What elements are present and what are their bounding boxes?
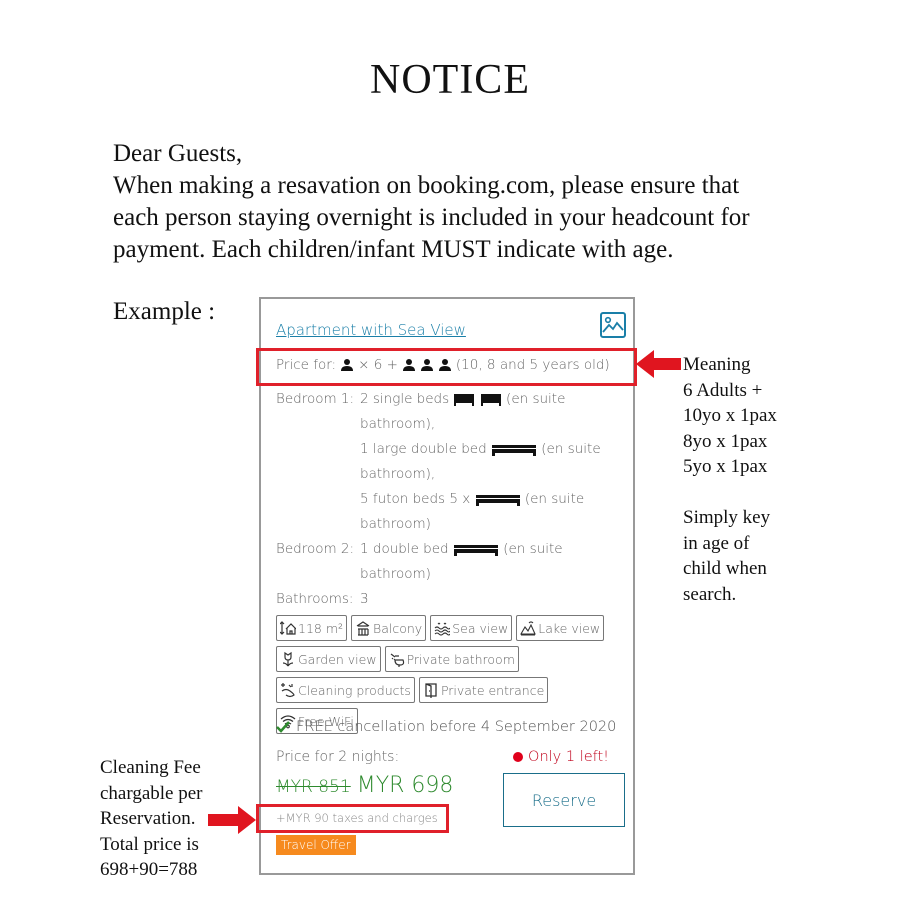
bedroom-label: Bedroom 1: bbox=[276, 391, 355, 407]
futon-bed-icon bbox=[475, 494, 520, 506]
bed-text: bathroom) bbox=[360, 516, 431, 532]
facility-label: Sea view bbox=[452, 620, 509, 636]
bed-text: bathroom), bbox=[360, 466, 436, 482]
sea-view-icon bbox=[434, 622, 451, 636]
single-bed-icon bbox=[480, 393, 501, 406]
facility-label: Balcony bbox=[373, 620, 423, 636]
room-card: Apartment with Sea View Price for: × 6 +… bbox=[256, 297, 637, 875]
bedroom-details: 2 single beds (en suite bathroom), 1 lar… bbox=[360, 387, 620, 537]
annotation-line: 6 Adults + bbox=[683, 379, 763, 401]
bathrooms-value: 3 bbox=[360, 591, 369, 607]
facility-lake-view: Lake view bbox=[516, 615, 605, 641]
lake-view-icon bbox=[520, 621, 537, 636]
annotation-line: child when bbox=[683, 558, 767, 579]
bathrooms-label: Bathrooms: bbox=[276, 591, 354, 607]
annotation-line: in age of bbox=[683, 532, 750, 554]
facility-balcony: Balcony bbox=[351, 615, 427, 641]
facility-label: Cleaning products bbox=[298, 682, 411, 698]
children-ages: (10, 8 and 5 years old) bbox=[455, 357, 610, 373]
facility-label: Private entrance bbox=[440, 682, 545, 698]
balcony-icon bbox=[356, 621, 370, 636]
facility-label: 118 m² bbox=[298, 620, 344, 636]
intro-line: When making a resavation on booking.com,… bbox=[113, 172, 740, 199]
facility-list: 118 m² Balcony Sea view Lake view Garden… bbox=[276, 615, 626, 734]
cancellation-text: FREE cancellation before 4 September 202… bbox=[296, 719, 617, 735]
child-icon bbox=[438, 359, 451, 371]
facility-sea-view: Sea view bbox=[430, 615, 513, 641]
availability-notice: Only 1 left! bbox=[513, 749, 609, 765]
reserve-button[interactable]: Reserve bbox=[503, 773, 625, 827]
old-price: MYR 851 bbox=[276, 777, 351, 797]
adults-count: × 6 + bbox=[358, 357, 398, 373]
adult-icon bbox=[341, 359, 354, 371]
cleaning-fee-annotation: Cleaning Fee chargable per Reservation. … bbox=[100, 755, 203, 883]
facility-private-bathroom: Private bathroom bbox=[384, 646, 519, 672]
travel-offer-badge: Travel Offer bbox=[276, 835, 356, 855]
bed-text: 2 single beds bbox=[360, 391, 450, 407]
checkmark-icon bbox=[276, 721, 290, 733]
greeting: Dear Guests, bbox=[113, 140, 243, 167]
intro-text: Dear Guests, When making a resavation on… bbox=[113, 138, 833, 266]
bed-text: (en suite bbox=[506, 391, 566, 407]
private-bathroom-icon bbox=[390, 653, 404, 667]
current-price: MYR 698 bbox=[356, 773, 454, 798]
double-bed-icon bbox=[491, 444, 536, 456]
intro-line: payment. Each children/infant MUST indic… bbox=[113, 236, 674, 263]
price-for-nights: Price for 2 nights: bbox=[276, 749, 400, 765]
price-display: MYR 851 MYR 698 bbox=[276, 773, 453, 798]
annotation-spacer bbox=[683, 480, 777, 506]
arrow-left-icon bbox=[636, 350, 681, 378]
bed-text: bathroom), bbox=[360, 416, 436, 432]
bed-text: 5 futon beds 5 x bbox=[360, 491, 471, 507]
bed-text: 1 large double bed bbox=[360, 441, 487, 457]
double-bed-icon bbox=[453, 544, 498, 556]
annotation-line: search. bbox=[683, 583, 737, 605]
child-icon bbox=[402, 359, 415, 371]
single-bed-icon bbox=[454, 393, 475, 406]
annotation-line: Reservation. bbox=[100, 808, 196, 829]
garden-view-icon bbox=[282, 651, 294, 667]
free-cancellation: FREE cancellation before 4 September 202… bbox=[276, 719, 616, 735]
annotation-line: 698+90=788 bbox=[100, 859, 198, 880]
arrow-right-icon bbox=[208, 806, 256, 834]
annotation-line: Cleaning Fee bbox=[100, 757, 201, 778]
example-label: Example : bbox=[113, 298, 216, 325]
taxes-charges: +MYR 90 taxes and charges bbox=[276, 811, 438, 825]
facility-label: Lake view bbox=[538, 620, 601, 636]
bed-text: bathroom) bbox=[360, 566, 431, 582]
intro-line: each person staying overnight is include… bbox=[113, 204, 750, 231]
annotation-line: chargable per bbox=[100, 782, 203, 804]
bed-text: (en suite bbox=[524, 491, 585, 507]
bedroom-details: 1 double bed (en suite bathroom) bbox=[360, 537, 620, 587]
facility-label: Garden view bbox=[298, 651, 377, 667]
facility-cleaning-products: Cleaning products bbox=[276, 677, 415, 703]
alert-dot-icon bbox=[513, 752, 524, 762]
facility-private-entrance: Private entrance bbox=[418, 677, 549, 703]
cleaning-products-icon bbox=[281, 683, 295, 698]
bedroom-label: Bedroom 2: bbox=[276, 541, 355, 557]
availability-text: Only 1 left! bbox=[528, 749, 609, 765]
annotation-line: 5yo x 1pax bbox=[683, 456, 768, 477]
bed-text: (en suite bbox=[541, 441, 601, 457]
annotation-line: 8yo x 1pax bbox=[683, 430, 768, 452]
facility-area: 118 m² bbox=[276, 615, 348, 641]
bed-text: 1 double bed bbox=[360, 541, 449, 557]
room-name-link[interactable]: Apartment with Sea View bbox=[276, 321, 466, 339]
annotation-line: Simply key bbox=[683, 507, 771, 528]
facility-label: Private bathroom bbox=[406, 651, 515, 667]
meaning-annotation: Meaning 6 Adults + 10yo x 1pax 8yo x 1pa… bbox=[683, 352, 777, 607]
annotation-line: Meaning bbox=[683, 354, 751, 375]
notice-title: NOTICE bbox=[370, 57, 530, 103]
image-icon[interactable] bbox=[600, 312, 626, 338]
annotation-line: 10yo x 1pax bbox=[683, 405, 777, 426]
price-for-guests: Price for: × 6 + (10, 8 and 5 years old) bbox=[276, 357, 610, 373]
private-entrance-icon bbox=[425, 683, 437, 698]
price-for-label: Price for: bbox=[276, 357, 337, 373]
bed-configuration: Bedroom 1: 2 single beds (en suite bathr… bbox=[276, 387, 620, 612]
area-icon bbox=[280, 621, 296, 635]
bed-text: (en suite bbox=[503, 541, 563, 557]
facility-garden-view: Garden view bbox=[276, 646, 381, 672]
annotation-line: Total price is bbox=[100, 833, 199, 855]
child-icon bbox=[420, 359, 433, 371]
